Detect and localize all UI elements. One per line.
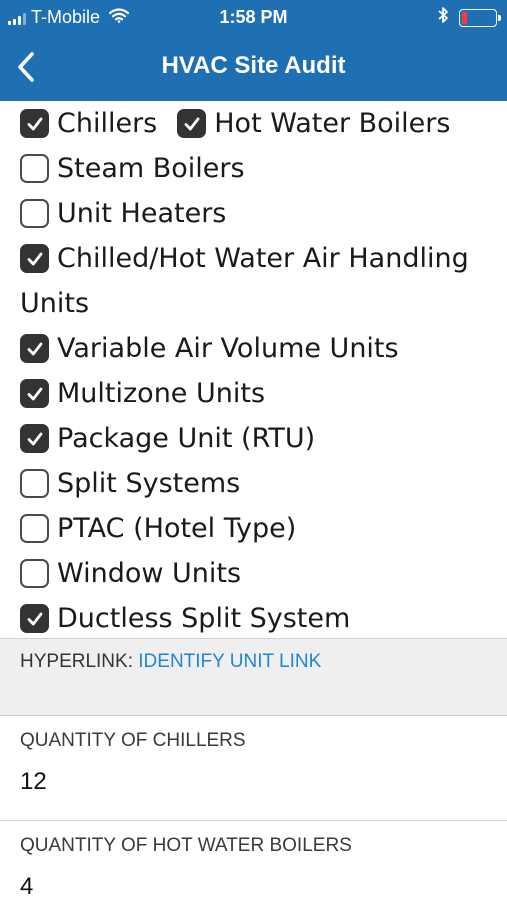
checkbox-option[interactable]: Variable Air Volume Units xyxy=(20,326,399,371)
checkbox-option[interactable]: Unit Heaters xyxy=(20,191,226,236)
checkbox-label: Chilled/Hot Water Air Handling xyxy=(57,243,469,274)
checkbox-option[interactable]: Ductless Split System xyxy=(20,596,350,638)
checkbox-checked-icon[interactable] xyxy=(20,109,49,138)
checkbox-label: Hot Water Boilers xyxy=(214,108,451,139)
checklist-row: Variable Air Volume Units xyxy=(0,326,507,371)
checkbox-unchecked-icon[interactable] xyxy=(20,514,49,543)
checklist-row: Multizone Units xyxy=(0,371,507,416)
checkbox-label: Window Units xyxy=(57,558,242,589)
checkmark-icon xyxy=(27,432,42,445)
checkbox-label: Package Unit (RTU) xyxy=(57,423,316,454)
hyperlink-section: HYPERLINK: IDENTIFY UNIT LINK xyxy=(0,638,507,716)
hot-water-boilers-quantity-field: QUANTITY OF HOT WATER BOILERS 4 xyxy=(0,821,507,900)
equipment-checklist: Chillers Hot Water Boilers Steam Boilers Un… xyxy=(0,101,507,638)
checkbox-option[interactable]: Chillers xyxy=(20,101,157,146)
checkbox-option[interactable]: Package Unit (RTU) xyxy=(20,416,315,461)
checkbox-option[interactable]: Split Systems xyxy=(20,461,240,506)
checkbox-label: Steam Boilers xyxy=(57,153,245,184)
status-bar: T-Mobile 1:58 PM xyxy=(0,0,507,34)
chillers-quantity-label: QUANTITY OF CHILLERS xyxy=(20,730,246,751)
checkmark-icon xyxy=(27,117,42,130)
checkbox-unchecked-icon[interactable] xyxy=(20,559,49,588)
checklist-row-continuation: Units xyxy=(20,288,90,319)
checkbox-checked-icon[interactable] xyxy=(20,379,49,408)
checklist-row: Chilled/Hot Water Air Handling xyxy=(0,236,507,281)
checklist-row: Window Units xyxy=(0,551,507,596)
checklist-row: Unit Heaters xyxy=(0,191,507,236)
checklist-row: Package Unit (RTU) xyxy=(0,416,507,461)
checkmark-icon xyxy=(27,612,42,625)
checkbox-option[interactable]: Chilled/Hot Water Air Handling xyxy=(20,236,469,281)
checkmark-icon xyxy=(27,342,42,355)
checkbox-label: Variable Air Volume Units xyxy=(57,333,399,364)
checkbox-option[interactable]: Hot Water Boilers xyxy=(177,101,450,146)
checkmark-icon xyxy=(27,387,42,400)
status-right xyxy=(438,6,501,29)
checkbox-label: Unit Heaters xyxy=(57,198,227,229)
checkbox-option[interactable]: Multizone Units xyxy=(20,371,265,416)
checkbox-checked-icon[interactable] xyxy=(20,604,49,633)
nav-bar: HVAC Site Audit xyxy=(0,34,507,101)
checkbox-unchecked-icon[interactable] xyxy=(20,154,49,183)
chillers-quantity-input[interactable]: 12 xyxy=(20,768,490,796)
checkbox-checked-icon[interactable] xyxy=(20,244,49,273)
hot-water-boilers-quantity-label: QUANTITY OF HOT WATER BOILERS xyxy=(20,835,352,856)
checkbox-checked-icon[interactable] xyxy=(20,424,49,453)
app-header: T-Mobile 1:58 PM HVAC Site Audit xyxy=(0,0,507,101)
checkmark-icon xyxy=(27,252,42,265)
checkmark-icon xyxy=(184,117,200,130)
checkbox-checked-icon[interactable] xyxy=(20,334,49,363)
checklist-row: Steam Boilers xyxy=(0,146,507,191)
checkbox-unchecked-icon[interactable] xyxy=(20,199,49,228)
chillers-quantity-field: QUANTITY OF CHILLERS 12 xyxy=(0,716,507,821)
bluetooth-icon xyxy=(438,6,449,29)
battery-level xyxy=(462,11,467,24)
hyperlink-prefix: HYPERLINK: xyxy=(20,651,139,672)
checklist-row: Split Systems xyxy=(0,461,507,506)
checkbox-label: Chillers xyxy=(57,108,158,139)
checkbox-checked-icon[interactable] xyxy=(177,109,207,138)
checkbox-label: Split Systems xyxy=(57,468,241,499)
identify-unit-link[interactable]: IDENTIFY UNIT LINK xyxy=(138,651,321,672)
hot-water-boilers-quantity-input[interactable]: 4 xyxy=(20,873,490,900)
battery-icon xyxy=(459,8,501,27)
checkbox-option[interactable]: Window Units xyxy=(20,551,241,596)
checkbox-label: PTAC (Hotel Type) xyxy=(57,513,297,544)
checkbox-option[interactable]: PTAC (Hotel Type) xyxy=(20,506,296,551)
checklist-row: Ductless Split System xyxy=(0,596,507,638)
checkbox-label: Multizone Units xyxy=(57,378,266,409)
checkbox-label: Ductless Split System xyxy=(57,603,351,634)
checkbox-option[interactable]: Steam Boilers xyxy=(20,146,245,191)
checklist-row: PTAC (Hotel Type) xyxy=(0,506,507,551)
status-time: 1:58 PM xyxy=(219,7,288,27)
checkbox-unchecked-icon[interactable] xyxy=(20,469,49,498)
checklist-row: Chillers Hot Water Boilers xyxy=(0,101,507,146)
page-title: HVAC Site Audit xyxy=(161,52,346,79)
hyperlink-text: HYPERLINK: IDENTIFY UNIT LINK xyxy=(20,651,321,673)
